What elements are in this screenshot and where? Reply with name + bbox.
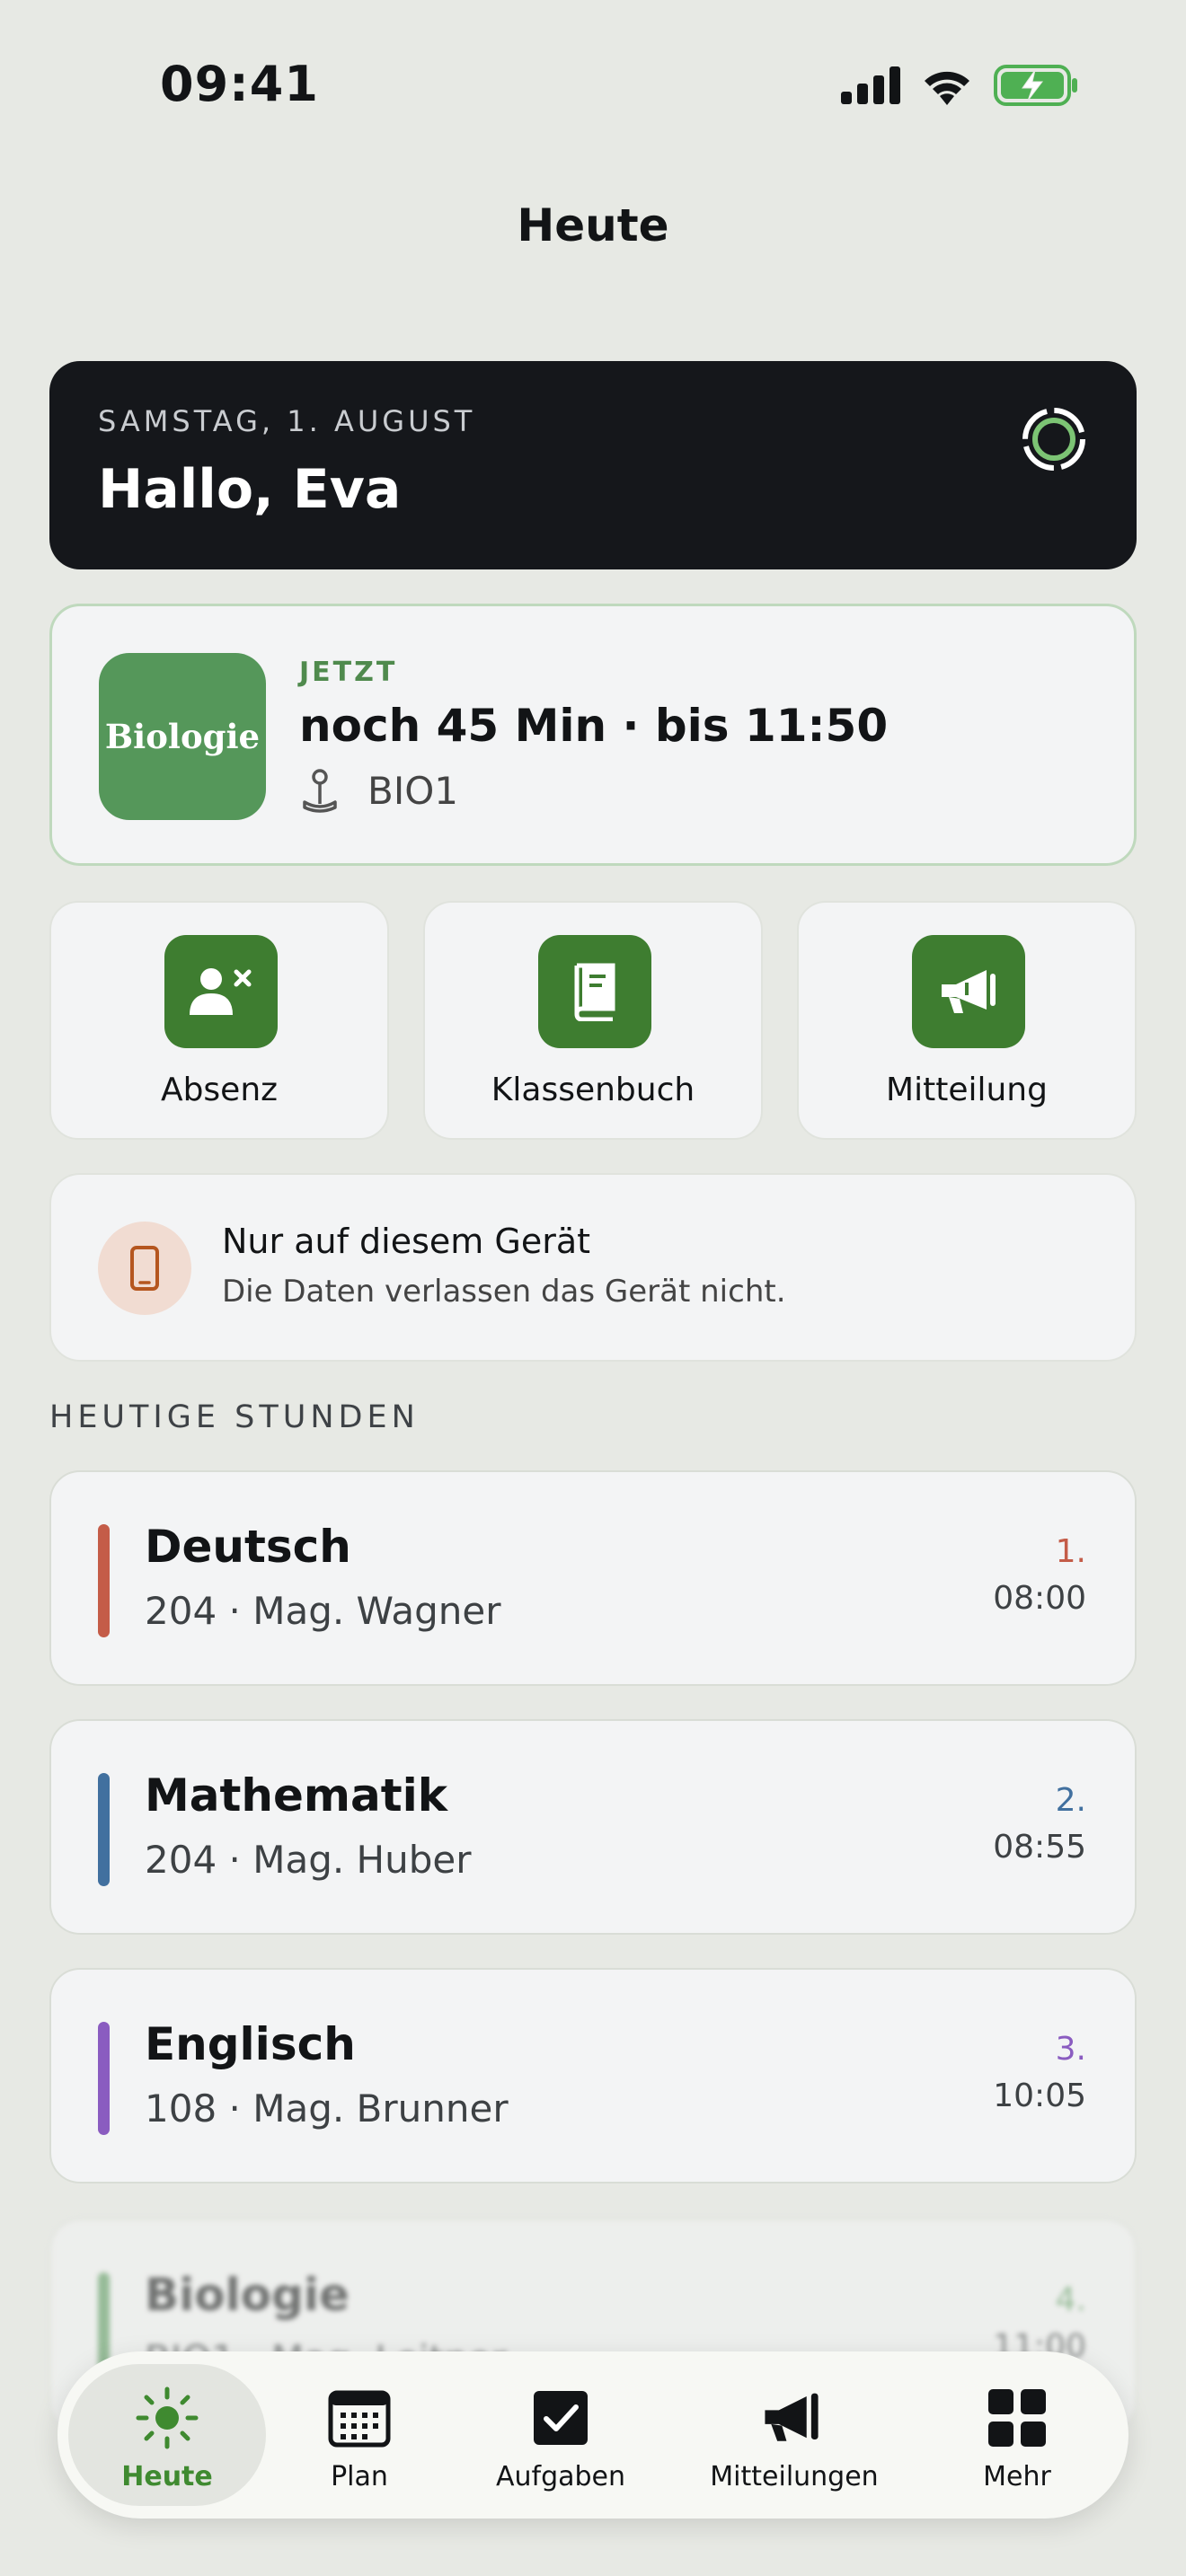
lesson-meta: 204 · Mag. Huber: [145, 1838, 472, 1882]
signal-icon: [841, 66, 900, 104]
lesson-meta: 204 · Mag. Wagner: [145, 1589, 501, 1633]
lesson-name: Deutsch: [145, 1521, 351, 1573]
lesson-start-time: 08:00: [993, 1580, 1086, 1617]
grid-icon: [988, 2389, 1046, 2447]
lesson-number: 4.: [1055, 2281, 1086, 2318]
tab-plan[interactable]: Plan: [271, 2364, 447, 2506]
tab-mitteilungen[interactable]: Mitteilungen: [686, 2364, 902, 2506]
tab-label: Heute: [121, 2461, 213, 2492]
battery-charging-icon: [994, 65, 1077, 106]
current-lesson-card[interactable]: Biologie JETZT noch 45 Min · bis 11:50 B…: [49, 604, 1137, 866]
phone-icon: [98, 1222, 191, 1315]
lesson-name: Mathematik: [145, 1769, 448, 1822]
page-title: Heute: [517, 199, 669, 251]
calendar-icon: [328, 2390, 391, 2448]
subject-tile: Biologie: [99, 653, 266, 820]
status-bar: 09:41: [0, 0, 1186, 171]
greeting-date: SAMSTAG, 1. AUGUST: [98, 404, 476, 438]
lesson-card[interactable]: Mathematik 204 · Mag. Huber 2. 08:55: [49, 1719, 1137, 1935]
tab-mehr[interactable]: Mehr: [927, 2364, 1107, 2506]
now-label: JETZT: [299, 657, 398, 688]
device-notice-subtitle: Die Daten verlassen das Gerät nicht.: [222, 1274, 786, 1310]
device-notice: Nur auf diesem Gerät Die Daten verlassen…: [49, 1173, 1137, 1362]
megaphone-icon: [765, 2393, 819, 2441]
room-row: BIO1: [299, 768, 458, 813]
lesson-name: Biologie: [145, 2269, 350, 2321]
megaphone-icon: [912, 935, 1025, 1048]
lesson-color-bar: [98, 1524, 110, 1637]
status-time: 09:41: [160, 56, 319, 112]
wifi-icon: [925, 71, 969, 105]
classbook-button[interactable]: Klassenbuch: [423, 901, 763, 1140]
sun-icon: [136, 2386, 199, 2449]
quick-actions: Absenz Klassenbuch Mitteilung: [49, 901, 1137, 1140]
tab-label: Mitteilungen: [710, 2461, 879, 2492]
device-notice-title: Nur auf diesem Gerät: [222, 1222, 591, 1261]
lesson-number: 3.: [1055, 2031, 1086, 2068]
lesson-color-bar: [98, 1773, 110, 1886]
greeting-text: Hallo, Eva: [98, 458, 402, 521]
lesson-card[interactable]: Deutsch 204 · Mag. Wagner 1. 08:00: [49, 1470, 1137, 1686]
person-remove-icon: [164, 935, 278, 1048]
tab-aufgaben[interactable]: Aufgaben: [471, 2364, 651, 2506]
lesson-start-time: 10:05: [993, 2078, 1086, 2114]
lesson-card[interactable]: Englisch 108 · Mag. Brunner 3. 10:05: [49, 1968, 1137, 2183]
greeting-card: SAMSTAG, 1. AUGUST Hallo, Eva: [49, 361, 1137, 569]
checkbox-icon: [534, 2391, 588, 2445]
section-title: HEUTIGE STUNDEN: [49, 1399, 420, 1435]
tab-label: Plan: [331, 2461, 388, 2492]
message-button[interactable]: Mitteilung: [797, 901, 1137, 1140]
lesson-number: 1.: [1055, 1533, 1086, 1570]
book-icon: [538, 935, 651, 1048]
lesson-color-bar: [98, 2022, 110, 2135]
message-label: Mitteilung: [886, 1072, 1048, 1108]
remaining-time: noch 45 Min · bis 11:50: [299, 700, 889, 752]
tab-bar: Heute Plan Aufgaben Mitteilungen Mehr: [58, 2351, 1128, 2519]
lesson-start-time: 08:55: [993, 1829, 1086, 1866]
absence-label: Absenz: [160, 1072, 279, 1108]
classbook-label: Klassenbuch: [491, 1072, 695, 1108]
lesson-meta: 108 · Mag. Brunner: [145, 2086, 509, 2130]
location-pin-icon: [303, 769, 337, 813]
sync-ring-icon[interactable]: [1021, 406, 1087, 472]
status-icons: [841, 65, 1078, 106]
absence-button[interactable]: Absenz: [49, 901, 389, 1140]
tab-label: Mehr: [983, 2461, 1051, 2492]
lesson-name: Englisch: [145, 2018, 356, 2070]
tab-heute[interactable]: Heute: [68, 2364, 266, 2506]
tab-label: Aufgaben: [495, 2461, 626, 2492]
lesson-number: 2.: [1055, 1782, 1086, 1819]
room-label: BIO1: [367, 768, 458, 813]
